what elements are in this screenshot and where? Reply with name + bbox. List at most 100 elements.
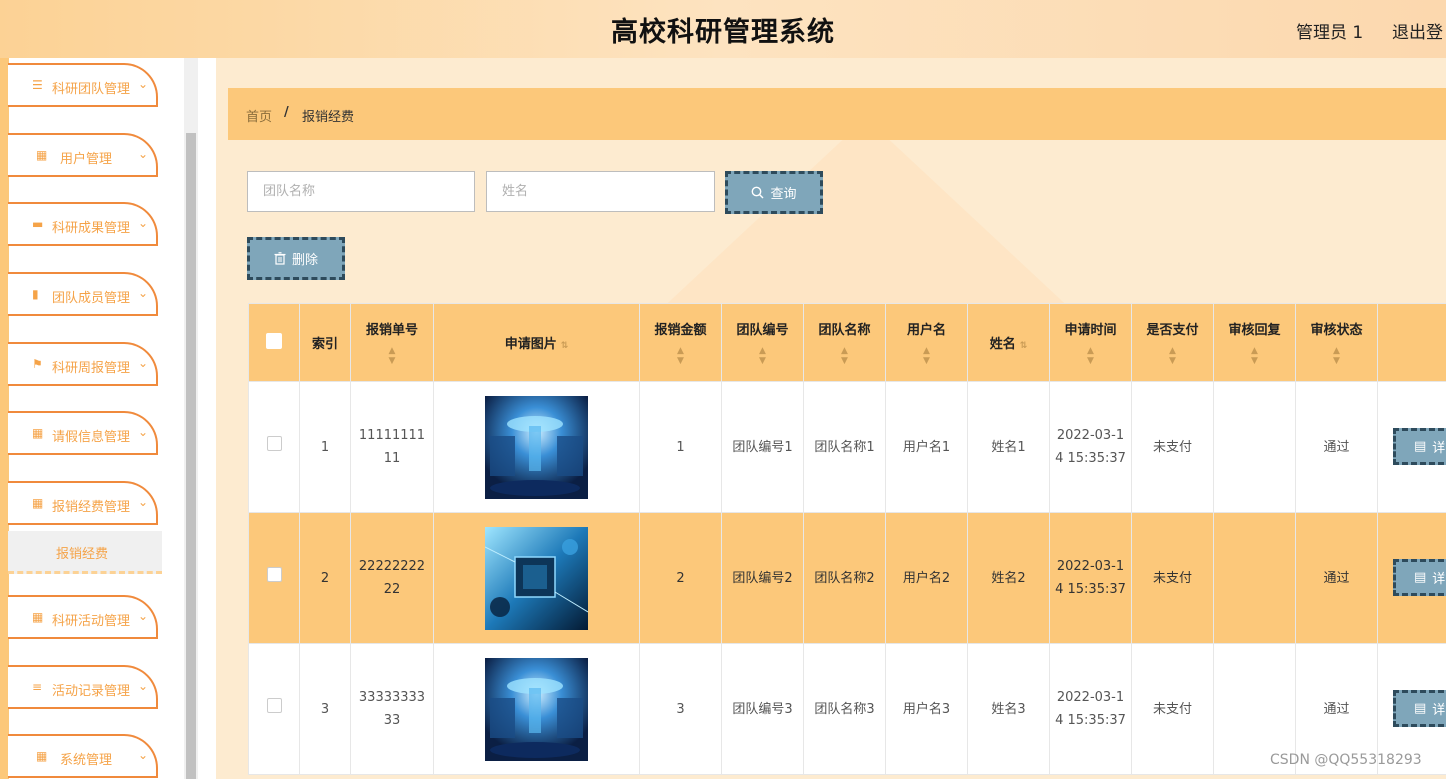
select-all-cell[interactable] (248, 303, 300, 382)
cell-paid: 未支付 (1131, 643, 1214, 775)
detail-button[interactable]: ▤ 详 (1393, 690, 1446, 727)
sidebar-item-label: 团队成员管理 (52, 291, 131, 306)
sidebar-item-leave[interactable]: ▦ 请假信息管理 ⌄ (8, 411, 158, 455)
sidebar-item-system[interactable]: ▦ 系统管理 ⌄ (8, 734, 158, 778)
cell-paid: 未支付 (1131, 381, 1214, 513)
sort-icon[interactable]: ▲ ▼ (355, 346, 429, 366)
table-row: 3 3333333333 3 团队编号3 团队名称3 用户名3 姓名3 2022… (248, 643, 1446, 775)
chevron-down-icon: ⌄ (138, 286, 149, 300)
sidebar-item-label: 科研成果管理 (52, 221, 131, 236)
search-icon (752, 186, 764, 199)
sidebar-item-activity-records[interactable]: ≡ 活动记录管理 ⌄ (8, 665, 158, 709)
application-image[interactable] (485, 395, 588, 499)
row-select-cell[interactable] (248, 643, 300, 775)
row-select-cell[interactable] (248, 512, 300, 644)
cell-username: 用户名1 (885, 381, 968, 513)
breadcrumb-separator: / (284, 105, 289, 120)
cell-order-no: 2222222222 (350, 512, 434, 644)
detail-button[interactable]: ▤ 详 (1393, 428, 1446, 465)
cell-amount: 1 (639, 381, 722, 513)
sort-icon[interactable]: ▲ ▼ (808, 346, 881, 366)
grid-icon: ▦ (36, 148, 48, 162)
column-header: 索引 (299, 303, 351, 382)
column-header[interactable]: 报销金额 ▲ ▼ (639, 303, 722, 382)
delete-button[interactable]: 删除 (247, 237, 345, 280)
sidebar-item-label: 科研团队管理 (52, 82, 131, 97)
cell-time: 2022-03-14 15:35:37 (1049, 643, 1132, 775)
query-button-label: 查询 (770, 187, 797, 202)
sort-icon[interactable]: ▲ ▼ (890, 346, 963, 366)
cell-username: 用户名2 (885, 512, 968, 644)
submenu-item-reimbursement[interactable]: 报销经费 (8, 531, 162, 574)
sidebar-item-reimbursement[interactable]: ▦ 报销经费管理 ⌄ (8, 481, 158, 525)
sort-icon[interactable]: ⇅ (561, 341, 569, 351)
cell-username: 用户名3 (885, 643, 968, 775)
grid-icon: ▦ (32, 610, 44, 624)
watermark: CSDN @QQ55318293 (1270, 752, 1422, 768)
sort-icon[interactable]: ▲ ▼ (644, 346, 717, 366)
column-header[interactable]: 团队编号 ▲ ▼ (721, 303, 804, 382)
name-input[interactable] (486, 171, 715, 212)
sort-icon[interactable]: ▲ ▼ (1218, 346, 1291, 366)
grid-icon: ▦ (32, 426, 44, 440)
sidebar-item-label: 活动记录管理 (52, 684, 131, 699)
logout-link[interactable]: 退出登 (1392, 18, 1443, 43)
row-checkbox[interactable] (266, 697, 282, 713)
cell-time: 2022-03-14 15:35:37 (1049, 512, 1132, 644)
cell-time: 2022-03-14 15:35:37 (1049, 381, 1132, 513)
sidebar-item-users[interactable]: ▦ 用户管理 ⌄ (8, 133, 158, 177)
app-title: 高校科研管理系统 (611, 17, 835, 48)
column-header[interactable]: 用户名 ▲ ▼ (885, 303, 968, 382)
detail-button[interactable]: ▤ 详 (1393, 559, 1446, 596)
sort-icon[interactable]: ▲ ▼ (1300, 346, 1373, 366)
sidebar-item-achievements[interactable]: ▬ 科研成果管理 ⌄ (8, 202, 158, 246)
select-all-checkbox[interactable] (266, 332, 282, 349)
application-image[interactable] (485, 657, 588, 761)
cell-team-no: 团队编号3 (721, 643, 804, 775)
chevron-down-icon: ⌄ (138, 216, 149, 230)
cell-reply (1213, 512, 1296, 644)
sidebar-item-activities[interactable]: ▦ 科研活动管理 ⌄ (8, 595, 158, 639)
sidebar-item-research-team[interactable]: ☰ 科研团队管理 ⌄ (8, 63, 158, 107)
column-header[interactable]: 是否支付 ▲ ▼ (1131, 303, 1214, 382)
cell-status: 通过 (1295, 512, 1378, 644)
sort-icon[interactable]: ▲ ▼ (1054, 346, 1127, 366)
breadcrumb: 首页 / 报销经费 (228, 88, 1446, 140)
column-header[interactable]: 报销单号 ▲ ▼ (350, 303, 434, 382)
submenu-item-label: 报销经费 (56, 547, 109, 562)
sidebar-scrollbar-thumb[interactable] (186, 133, 196, 779)
column-header[interactable]: 审核回复 ▲ ▼ (1213, 303, 1296, 382)
cell-amount: 3 (639, 643, 722, 775)
chevron-down-icon: ⌄ (138, 77, 149, 91)
cell-name: 姓名3 (967, 643, 1050, 775)
cell-image (433, 381, 640, 513)
cell-amount: 2 (639, 512, 722, 644)
cell-team-name: 团队名称1 (803, 381, 886, 513)
column-header[interactable]: 申请时间 ▲ ▼ (1049, 303, 1132, 382)
current-user[interactable]: 管理员 1 (1296, 18, 1363, 43)
row-checkbox[interactable] (266, 566, 282, 582)
team-name-input[interactable] (247, 171, 475, 212)
query-button[interactable]: 查询 (725, 171, 823, 214)
application-image[interactable] (485, 526, 588, 630)
sort-icon[interactable]: ⇅ (1020, 341, 1028, 351)
cell-reply (1213, 381, 1296, 513)
delete-button-label: 删除 (291, 253, 318, 268)
row-checkbox[interactable] (266, 435, 282, 451)
briefcase-icon: ▬ (32, 217, 44, 231)
sort-icon[interactable]: ▲ ▼ (726, 346, 799, 366)
sidebar-item-members[interactable]: ▮ 团队成员管理 ⌄ (8, 272, 158, 316)
column-header[interactable]: 姓名 ⇅ (967, 303, 1050, 382)
row-select-cell[interactable] (248, 381, 300, 513)
sidebar-item-weekly-report[interactable]: ⚑ 科研周报管理 ⌄ (8, 342, 158, 386)
table-row: 1 1111111111 1 团队编号1 团队名称1 用户名1 姓名1 2022… (248, 381, 1446, 513)
breadcrumb-home[interactable]: 首页 (246, 106, 272, 125)
cell-image (433, 643, 640, 775)
sort-icon[interactable]: ▲ ▼ (1136, 346, 1209, 366)
column-header[interactable]: 申请图片 ⇅ (433, 303, 640, 382)
cell-order-no: 3333333333 (350, 643, 434, 775)
column-header[interactable]: 团队名称 ▲ ▼ (803, 303, 886, 382)
column-header[interactable]: 审核状态 ▲ ▼ (1295, 303, 1378, 382)
breadcrumb-current: 报销经费 (302, 110, 355, 125)
sidebar: ☰ 科研团队管理 ⌄ ▦ 用户管理 ⌄ ▬ 科研成果管理 ⌄ ▮ 团队成员管理 … (0, 58, 198, 779)
